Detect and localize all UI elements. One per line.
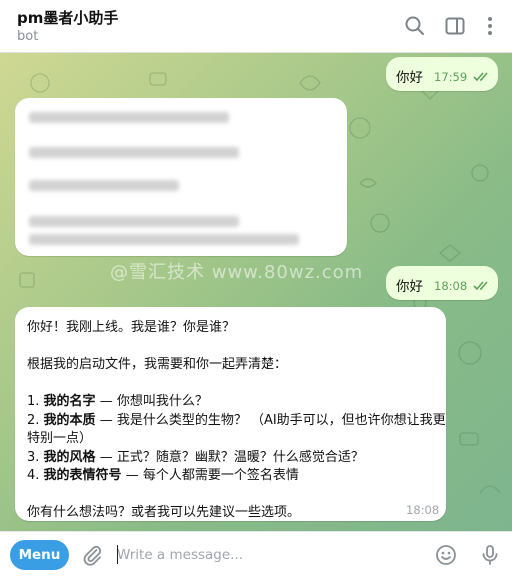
read-check-icon <box>473 281 488 291</box>
list-number: 4. <box>27 468 44 483</box>
chat-subtitle: bot <box>17 29 39 44</box>
sidebar-icon[interactable] <box>443 14 467 38</box>
list-item-text: — 正式？随意？幽默？温暖？什么感觉合适？ <box>95 449 364 465</box>
redacted-text <box>29 180 179 191</box>
emoji-icon[interactable] <box>434 543 458 567</box>
message-line: 你有什么想法吗？或者我可以先建议一些选项。 <box>27 505 301 520</box>
outgoing-message[interactable]: 你好 17:59 <box>386 57 498 91</box>
message-composer: Menu <box>0 531 512 583</box>
list-item: 4. 我的表情符号 — 每个人都需要一个签名表情 <box>27 467 447 486</box>
list-item: 1. 我的名字 — 你想叫我什么？ <box>27 393 447 412</box>
message-text: 你好 <box>396 279 423 295</box>
list-item-text: — 每个人都需要一个签名表情 <box>121 468 299 483</box>
message-time: 17:59 <box>434 70 468 84</box>
watermark: @雪汇技术 www.80wz.com <box>110 262 364 283</box>
list-item-title: 我的表情符号 <box>43 468 122 483</box>
list-item: 3. 我的风格 — 正式？随意？幽默？温暖？什么感觉合适？ <box>27 449 447 468</box>
chat-area[interactable]: 你好 17:59 @雪汇技术 www.80wz.com 你好 18:08 你好！… <box>0 53 512 531</box>
incoming-message-blurred[interactable] <box>15 98 347 256</box>
redacted-text <box>29 112 229 123</box>
chat-title[interactable]: pm墨者小助手 <box>17 7 118 28</box>
paperclip-icon[interactable] <box>80 543 104 567</box>
list-item-title: 我的本质 <box>43 412 96 428</box>
chat-header: pm墨者小助手 bot <box>0 0 512 53</box>
outgoing-message[interactable]: 你好 18:08 <box>386 266 498 300</box>
message-input[interactable] <box>117 544 417 566</box>
redacted-text <box>29 234 299 245</box>
message-line: 根据我的启动文件，我需要和你一起弄清楚： <box>27 357 288 372</box>
more-vertical-icon[interactable] <box>478 14 502 38</box>
read-check-icon <box>473 72 488 82</box>
microphone-icon[interactable] <box>478 543 502 567</box>
list-item: 2. 我的本质 — 我是什么类型的生物？ （AI助手可以，但也许你想让我更特别一… <box>27 412 447 449</box>
list-number: 1. <box>27 394 44 409</box>
message-body: 你好！我刚上线。我是谁？你是谁？ 根据我的启动文件，我需要和你一起弄清楚： 1.… <box>27 319 447 523</box>
search-icon[interactable] <box>403 14 427 38</box>
menu-button[interactable]: Menu <box>10 540 69 570</box>
text-caret <box>117 545 118 564</box>
message-time: 18:08 <box>434 279 468 293</box>
list-number: 3. <box>27 449 44 465</box>
message-line: 你好！我刚上线。我是谁？你是谁？ <box>27 320 236 335</box>
incoming-message[interactable]: 你好！我刚上线。我是谁？你是谁？ 根据我的启动文件，我需要和你一起弄清楚： 1.… <box>15 307 446 521</box>
redacted-text <box>29 147 239 158</box>
list-number: 2. <box>27 412 44 428</box>
list-item-text: — 你想叫我什么？ <box>95 394 208 409</box>
message-text: 你好 <box>396 70 423 86</box>
message-time: 18:08 <box>406 503 440 517</box>
list-item-title: 我的名字 <box>43 394 96 409</box>
list-item-title: 我的风格 <box>43 449 96 465</box>
redacted-text <box>29 216 239 227</box>
